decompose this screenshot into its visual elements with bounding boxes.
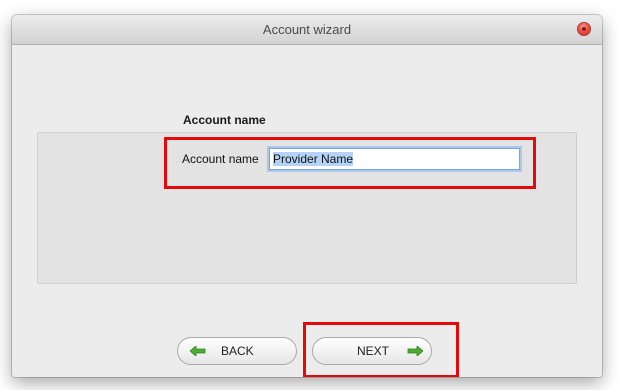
title-bar: Account wizard <box>12 15 602 45</box>
back-button-label: BACK <box>221 344 254 358</box>
screenshot-stage: Account wizard Account name Account name… <box>0 0 618 390</box>
account-wizard-window: Account wizard Account name Account name… <box>12 15 602 377</box>
window-title: Account wizard <box>262 22 352 37</box>
arrow-left-icon <box>190 346 206 356</box>
annotation-highlight-input <box>164 137 536 189</box>
annotation-highlight-next <box>303 322 459 377</box>
wizard-content: Account name Account name Provider Name … <box>12 45 602 377</box>
back-button[interactable]: BACK <box>177 337 297 365</box>
section-title: Account name <box>183 113 266 127</box>
close-icon[interactable] <box>578 23 590 35</box>
